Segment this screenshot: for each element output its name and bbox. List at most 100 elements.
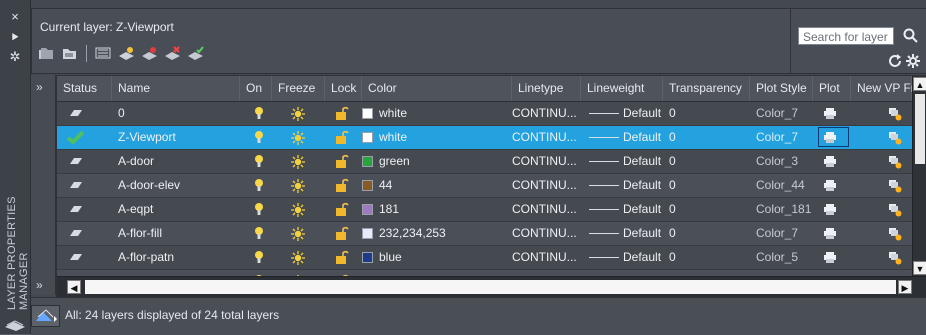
status-cell[interactable]: [57, 174, 112, 197]
plot-cell[interactable]: [813, 150, 851, 173]
column-lock[interactable]: Lock: [325, 76, 362, 101]
printer-icon[interactable]: [823, 155, 837, 168]
layer-name[interactable]: A-door: [118, 150, 238, 173]
unlocked-lock-icon[interactable]: [335, 202, 349, 217]
column-on[interactable]: On: [240, 76, 272, 101]
unlocked-lock-icon[interactable]: [335, 130, 349, 145]
color-cell[interactable]: 44: [362, 174, 512, 197]
transparency-cell[interactable]: 0: [669, 222, 750, 245]
layer-row[interactable]: A-flor-patn blue CONTINU... Default 0 Co…: [57, 246, 912, 270]
freeze-cell[interactable]: [272, 150, 325, 173]
sun-icon[interactable]: [290, 178, 306, 194]
viewport-freeze-icon[interactable]: [888, 179, 902, 193]
refresh-icon[interactable]: [887, 53, 903, 69]
printer-icon[interactable]: [823, 251, 837, 264]
freeze-cell[interactable]: [272, 222, 325, 245]
on-cell[interactable]: [240, 126, 272, 149]
linetype-cell[interactable]: CONTINU...: [512, 102, 581, 125]
on-cell[interactable]: [240, 150, 272, 173]
sun-icon[interactable]: [290, 226, 306, 242]
linetype-cell[interactable]: CONTINU...: [512, 126, 581, 149]
layer-name[interactable]: A-flor-fill: [118, 222, 238, 245]
lock-cell[interactable]: [325, 102, 362, 125]
new-vp-freeze-cell[interactable]: [851, 102, 912, 125]
light-bulb-icon[interactable]: [254, 250, 264, 265]
new-group-filter-icon[interactable]: [61, 46, 78, 61]
lineweight-cell[interactable]: Default: [581, 246, 663, 269]
viewport-freeze-icon[interactable]: [888, 131, 902, 145]
light-bulb-icon[interactable]: [254, 226, 264, 241]
color-cell[interactable]: blue: [362, 246, 512, 269]
lineweight-cell[interactable]: Default: [581, 102, 663, 125]
plot-style-cell[interactable]: Color_7: [756, 102, 813, 125]
printer-icon[interactable]: [823, 179, 837, 192]
color-cell[interactable]: white: [362, 126, 512, 149]
scroll-left-icon[interactable]: ◀: [67, 280, 81, 294]
column-plot[interactable]: Plot: [813, 76, 851, 101]
layer-name[interactable]: A-door-elev: [118, 174, 238, 197]
new-vp-freeze-cell[interactable]: [851, 150, 912, 173]
transparency-cell[interactable]: 0: [669, 150, 750, 173]
column-freeze[interactable]: Freeze: [272, 76, 325, 101]
layer-row[interactable]: Z-Viewport white CONTINU... Default 0 Co…: [57, 126, 912, 150]
unlocked-lock-icon[interactable]: [335, 178, 349, 193]
freeze-cell[interactable]: [272, 246, 325, 269]
transparency-cell[interactable]: 0: [669, 246, 750, 269]
new-vp-freeze-cell[interactable]: [851, 174, 912, 197]
on-cell[interactable]: [240, 246, 272, 269]
pin-icon[interactable]: ⯈: [6, 31, 24, 45]
freeze-cell[interactable]: [272, 102, 325, 125]
on-cell[interactable]: [240, 222, 272, 245]
new-layer-icon[interactable]: [118, 46, 135, 61]
column-new-vp-freeze[interactable]: New VP Freeze: [851, 76, 926, 101]
lock-cell[interactable]: [325, 246, 362, 269]
linetype-cell[interactable]: CONTINU...: [512, 198, 581, 221]
layer-states-icon[interactable]: [4, 317, 26, 331]
unlocked-lock-icon[interactable]: [335, 250, 349, 265]
plot-cell[interactable]: [813, 246, 851, 269]
lineweight-cell[interactable]: Default: [581, 198, 663, 221]
new-vp-frozen-layer-icon[interactable]: [141, 46, 158, 61]
invert-filter-button[interactable]: [31, 305, 60, 327]
transparency-cell[interactable]: 0: [669, 198, 750, 221]
on-cell[interactable]: [240, 174, 272, 197]
lineweight-cell[interactable]: Default: [581, 174, 663, 197]
plot-cell[interactable]: [813, 174, 851, 197]
plot-style-cell[interactable]: Color_3: [756, 150, 813, 173]
color-cell[interactable]: green: [362, 150, 512, 173]
sun-icon[interactable]: [290, 154, 306, 170]
new-vp-freeze-cell[interactable]: [851, 126, 912, 149]
viewport-freeze-icon[interactable]: [888, 227, 902, 241]
gear-icon[interactable]: [905, 53, 921, 69]
vertical-scroll-thumb[interactable]: [915, 94, 925, 164]
status-cell[interactable]: [57, 126, 112, 149]
linetype-cell[interactable]: CONTINU...: [512, 246, 581, 269]
column-name[interactable]: Name: [112, 76, 240, 101]
set-current-layer-icon[interactable]: [187, 45, 204, 61]
plot-cell[interactable]: [813, 102, 851, 125]
status-cell[interactable]: [57, 150, 112, 173]
scroll-down-icon[interactable]: ▼: [913, 261, 926, 275]
layer-row[interactable]: A-door green CONTINU... Default 0 Color_…: [57, 150, 912, 174]
status-cell[interactable]: [57, 102, 112, 125]
close-icon[interactable]: ×: [6, 10, 24, 24]
column-status[interactable]: Status: [57, 76, 112, 101]
vertical-scrollbar[interactable]: ▲ ▼: [912, 76, 926, 276]
plot-cell[interactable]: [813, 222, 851, 245]
lineweight-cell[interactable]: Default: [581, 222, 663, 245]
column-transparency[interactable]: Transparency: [663, 76, 750, 101]
plot-cell[interactable]: [813, 126, 851, 149]
lock-cell[interactable]: [325, 150, 362, 173]
light-bulb-icon[interactable]: [254, 178, 264, 193]
light-bulb-icon[interactable]: [254, 202, 264, 217]
plot-style-cell[interactable]: Color_5: [756, 246, 813, 269]
plot-style-cell[interactable]: Color_7: [756, 222, 813, 245]
color-cell[interactable]: 181: [362, 198, 512, 221]
on-cell[interactable]: [240, 102, 272, 125]
lock-cell[interactable]: [325, 222, 362, 245]
new-vp-freeze-cell[interactable]: [851, 198, 912, 221]
transparency-cell[interactable]: 0: [669, 102, 750, 125]
expand-filter-tree-icon[interactable]: »: [36, 80, 50, 94]
lock-cell[interactable]: [325, 198, 362, 221]
unlocked-lock-icon[interactable]: [335, 106, 349, 121]
